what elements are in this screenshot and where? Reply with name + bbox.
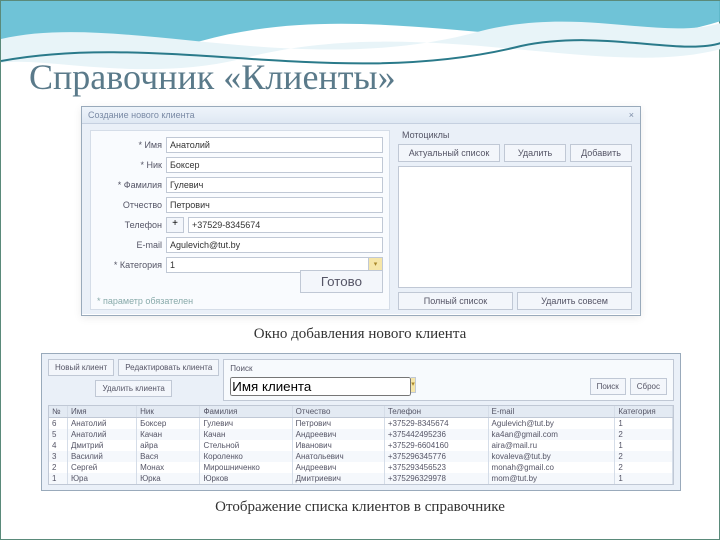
label-email: E-mail: [97, 240, 162, 250]
label-patronym: Отчество: [97, 200, 162, 210]
done-button[interactable]: Готово: [300, 270, 383, 293]
label-name: * Имя: [97, 140, 162, 150]
label-phone: Телефон: [97, 220, 162, 230]
input-surname[interactable]: [166, 177, 383, 193]
input-patronym[interactable]: [166, 197, 383, 213]
col-tel[interactable]: Телефон: [384, 406, 488, 418]
add-phone-button[interactable]: +: [166, 217, 184, 233]
col-fam[interactable]: Фамилия: [200, 406, 292, 418]
chevron-down-icon[interactable]: ▾: [411, 377, 416, 393]
moto-header: Мотоциклы: [398, 130, 632, 140]
col-name[interactable]: Имя: [67, 406, 136, 418]
client-table: № Имя Ник Фамилия Отчество Телефон E-mai…: [48, 405, 674, 485]
search-panel: Поиск ▾ Поиск Сброс: [223, 359, 674, 401]
col-ot[interactable]: Отчество: [292, 406, 384, 418]
table-row[interactable]: 3ВасилийВасяКороленкоАнатольевич+3752963…: [49, 451, 673, 462]
caption-dialog: Окно добавления нового клиента: [1, 326, 719, 343]
search-field-combo[interactable]: [230, 377, 411, 396]
input-email[interactable]: [166, 237, 383, 253]
input-name[interactable]: [166, 137, 383, 153]
dialog-title-text: Создание нового клиента: [88, 110, 195, 120]
delete-client-button[interactable]: Удалить клиента: [95, 380, 171, 397]
moto-actual-button[interactable]: Актуальный список: [398, 144, 500, 162]
table-row[interactable]: 5АнатолийКачанКачанАндреевич+37544249523…: [49, 429, 673, 440]
moto-full-button[interactable]: Полный список: [398, 292, 513, 310]
client-form: * Имя * Ник * Фамилия Отчество Телефон +: [90, 130, 390, 310]
new-client-button[interactable]: Новый клиент: [48, 359, 114, 376]
search-label: Поиск: [230, 364, 667, 373]
new-client-dialog: Создание нового клиента × * Имя * Ник * …: [81, 106, 641, 316]
col-nick[interactable]: Ник: [137, 406, 200, 418]
label-nick: * Ник: [97, 160, 162, 170]
moto-delete-button[interactable]: Удалить: [504, 144, 566, 162]
label-category: * Категория: [97, 260, 162, 270]
moto-list[interactable]: [398, 166, 632, 288]
slide-title: Справочник «Клиенты»: [1, 1, 719, 98]
dialog-titlebar: Создание нового клиента ×: [82, 107, 640, 124]
close-icon[interactable]: ×: [629, 110, 634, 120]
input-nick[interactable]: [166, 157, 383, 173]
col-cat[interactable]: Категория: [615, 406, 673, 418]
table-row[interactable]: 2СергейМонахМирошниченкоАндреевич+375293…: [49, 462, 673, 473]
col-email[interactable]: E-mail: [488, 406, 615, 418]
motorcycles-panel: Мотоциклы Актуальный список Удалить Доба…: [398, 130, 632, 310]
table-row[interactable]: 1ЮраЮркаЮрковДмитриевич+375296329978mom@…: [49, 473, 673, 484]
input-phone[interactable]: [188, 217, 383, 233]
client-list-window: Новый клиент Редактировать клиента Удали…: [41, 353, 681, 491]
table-row[interactable]: 6АнатолийБоксерГулевичПетрович+37529-834…: [49, 418, 673, 430]
moto-remove-button[interactable]: Удалить совсем: [517, 292, 632, 310]
required-footnote: * параметр обязателен: [97, 296, 193, 306]
label-surname: * Фамилия: [97, 180, 162, 190]
reset-button[interactable]: Сброс: [630, 378, 667, 395]
search-button[interactable]: Поиск: [590, 378, 626, 395]
edit-client-button[interactable]: Редактировать клиента: [118, 359, 219, 376]
caption-list: Отображение списка клиентов в справочник…: [1, 499, 719, 516]
col-n[interactable]: №: [49, 406, 67, 418]
moto-add-button[interactable]: Добавить: [570, 144, 632, 162]
table-row[interactable]: 4ДмитрийайраСтельнойИванович+37529-66041…: [49, 440, 673, 451]
